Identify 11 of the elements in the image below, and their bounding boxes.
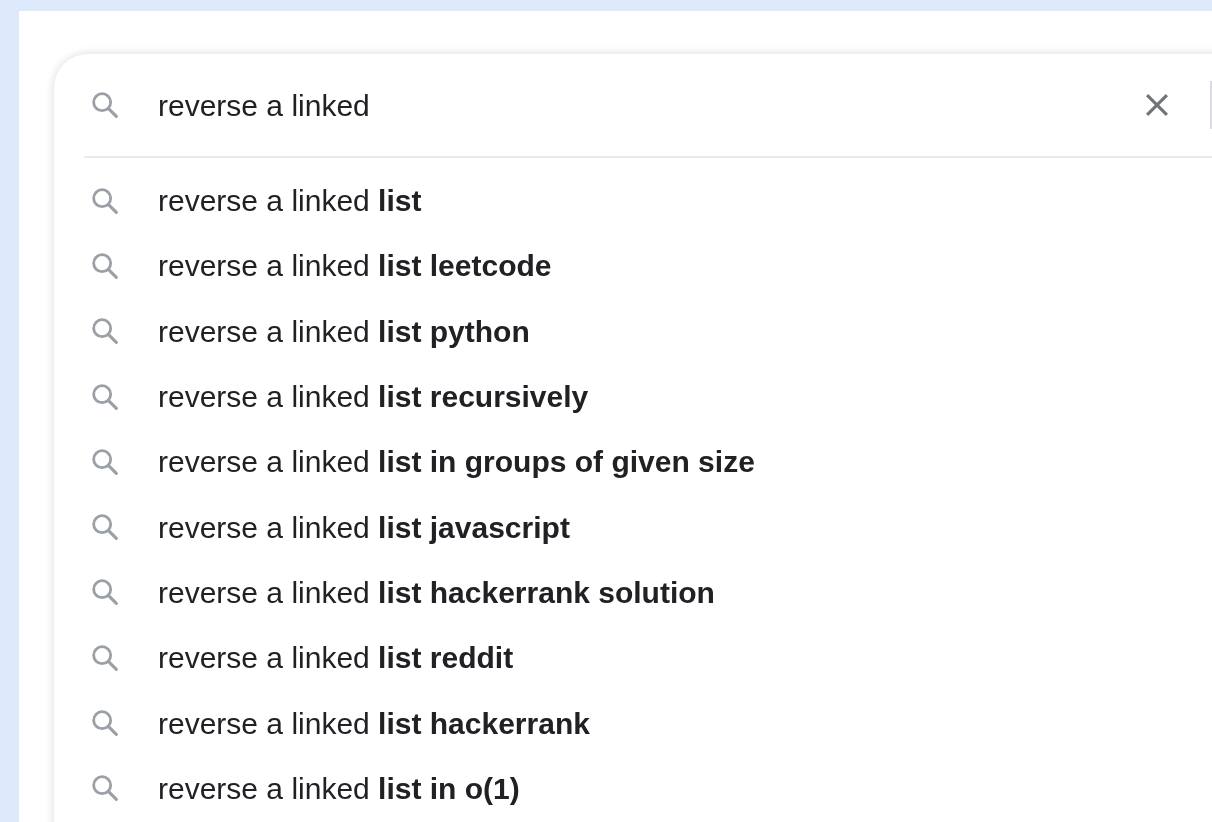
search-field[interactable]: reverse a linked (158, 82, 1140, 128)
suggestion-item[interactable]: reverse a linked list reddit (54, 625, 954, 691)
suggestion-item[interactable]: reverse a linked list in groups of given size (54, 429, 954, 495)
suggestion-item[interactable]: reverse a linked list recursively (54, 363, 954, 430)
suggestion-item[interactable]: reverse a linked list hackerrank (54, 690, 954, 756)
suggestion-item[interactable]: reverse a linked list leetcode (54, 233, 954, 299)
suggestion-item[interactable]: reverse a linked list (54, 168, 954, 234)
suggestion-item[interactable]: reverse a linked list python (54, 298, 954, 364)
suggestion-item[interactable]: reverse a linked list in o(1) (54, 755, 954, 821)
suggestion-item[interactable]: reverse a linked list hackerrank solution (54, 559, 954, 626)
suggestion-item[interactable]: reverse a linked list javascript (54, 494, 954, 560)
